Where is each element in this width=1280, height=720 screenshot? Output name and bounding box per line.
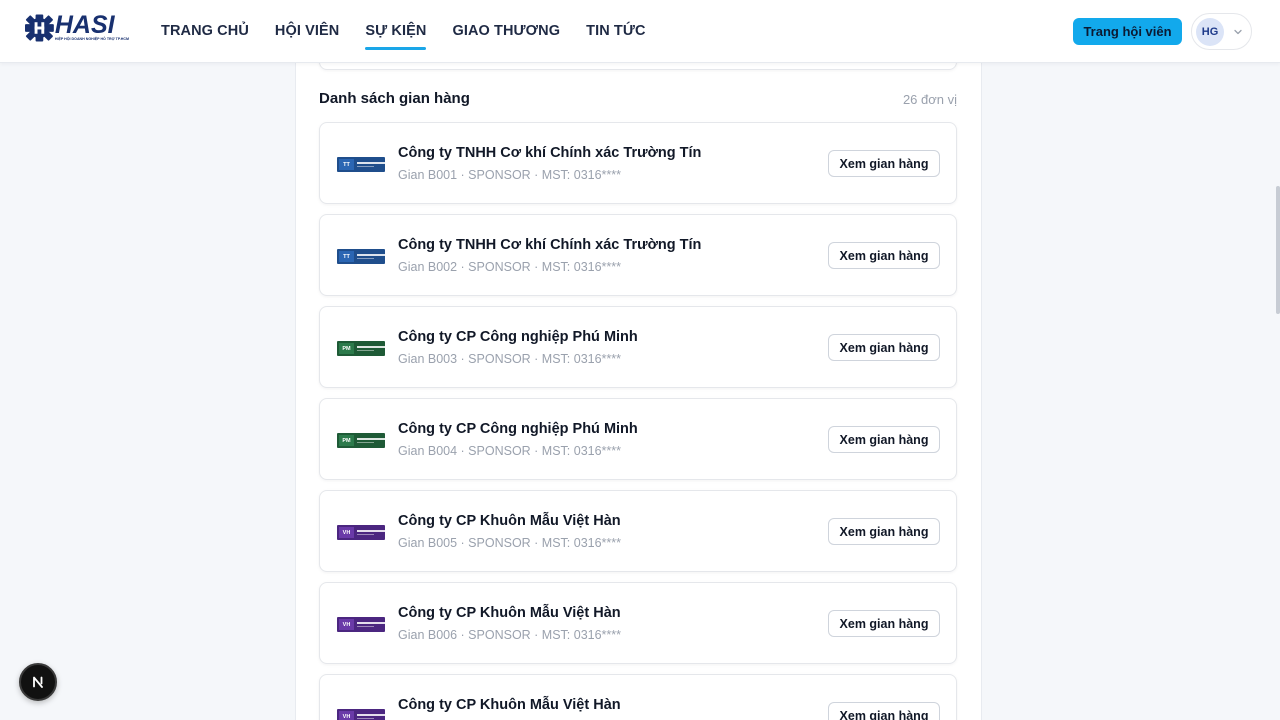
view-booth-button[interactable]: Xem gian hàng (828, 518, 940, 545)
logo-wordmark: HASI (54, 11, 115, 39)
logo-text: HASI HIỆP HỘI DOANH NGHIỆP HỖ TRỢ TP.HCM (54, 11, 129, 42)
booth-meta: Gian B002 · SPONSOR · MST: 0316**** (398, 260, 622, 274)
logo-initials: PM (339, 343, 354, 354)
booth-card: TT Công ty TNHH Cơ khí Chính xác Trường … (319, 214, 957, 296)
nav-item-news[interactable]: TIN TỨC (586, 0, 645, 62)
company-name: Công ty CP Khuôn Mẫu Việt Hàn (398, 605, 621, 621)
main-nav: TRANG CHỦ HỘI VIÊN SỰ KIỆN GIAO THƯƠNG T… (161, 0, 672, 62)
chevron-down-icon (1234, 29, 1242, 34)
company-name: Công ty CP Công nghiệp Phú Minh (398, 421, 638, 437)
booth-card: PM Công ty CP Công nghiệp Phú Minh Gian … (319, 306, 957, 388)
booth-meta: Gian B004 · SPONSOR · MST: 0316**** (398, 444, 622, 458)
booth-list-title: Danh sách gian hàng (319, 90, 470, 107)
hasi-logo[interactable]: HASI HIỆP HỘI DOANH NGHIỆP HỖ TRỢ TP.HCM (25, 11, 129, 42)
view-booth-button[interactable]: Xem gian hàng (828, 426, 940, 453)
company-logo: VH (337, 525, 385, 540)
booth-count: 26 đơn vị (902, 92, 957, 107)
booth-card: VH Công ty CP Khuôn Mẫu Việt Hàn Gian B0… (319, 582, 957, 664)
booth-card: PM Công ty CP Công nghiệp Phú Minh Gian … (319, 398, 957, 480)
company-name: Công ty TNHH Cơ khí Chính xác Trường Tín (398, 237, 702, 253)
booth-meta: Gian B003 · SPONSOR · MST: 0316**** (398, 352, 622, 366)
company-logo: VH (337, 709, 385, 720)
company-logo: PM (337, 341, 385, 356)
user-menu[interactable]: HG (1191, 13, 1252, 50)
company-logo: TT (337, 249, 385, 264)
company-logo: PM (337, 433, 385, 448)
company-logo: VH (337, 617, 385, 632)
nav-item-trade[interactable]: GIAO THƯƠNG (452, 0, 560, 62)
nextjs-dev-badge[interactable] (19, 663, 57, 701)
view-booth-button[interactable]: Xem gian hàng (828, 242, 940, 269)
company-name: Công ty CP Công nghiệp Phú Minh (398, 329, 638, 345)
booth-meta: Gian B001 · SPONSOR · MST: 0316**** (398, 168, 622, 182)
site-header: HASI HIỆP HỘI DOANH NGHIỆP HỖ TRỢ TP.HCM… (0, 0, 1280, 63)
view-booth-button[interactable]: Xem gian hàng (828, 150, 940, 177)
avatar: HG (1196, 17, 1224, 46)
logo-initials: VH (339, 619, 354, 630)
view-booth-button[interactable]: Xem gian hàng (828, 610, 940, 637)
nav-item-home[interactable]: TRANG CHỦ (161, 0, 249, 62)
gear-logo-icon (25, 14, 54, 42)
nav-item-events[interactable]: SỰ KIỆN (365, 0, 427, 62)
company-name: Công ty CP Khuôn Mẫu Việt Hàn (398, 513, 621, 529)
view-booth-button[interactable]: Xem gian hàng (828, 702, 940, 720)
nextjs-icon (33, 676, 43, 688)
nav-item-members[interactable]: HỘI VIÊN (275, 0, 339, 62)
page-scrollbar[interactable] (1276, 186, 1280, 314)
logo-tagline: HIỆP HỘI DOANH NGHIỆP HỖ TRỢ TP.HCM (54, 37, 129, 41)
logo-initials: TT (339, 251, 354, 262)
booth-meta: Gian B006 · SPONSOR · MST: 0316**** (398, 628, 622, 642)
logo-initials: VH (339, 527, 354, 538)
booth-card: VH Công ty CP Khuôn Mẫu Việt Hàn Xem gia… (319, 674, 957, 720)
member-page-button[interactable]: Trang hội viên (1073, 18, 1182, 45)
logo-initials: VH (339, 711, 354, 720)
company-logo: TT (337, 157, 385, 172)
logo-initials: PM (339, 435, 354, 446)
logo-initials: TT (339, 159, 354, 170)
booth-meta: Gian B005 · SPONSOR · MST: 0316**** (398, 536, 622, 550)
company-name: Công ty CP Khuôn Mẫu Việt Hàn (398, 697, 621, 713)
company-name: Công ty TNHH Cơ khí Chính xác Trường Tín (398, 145, 702, 161)
view-booth-button[interactable]: Xem gian hàng (828, 334, 940, 361)
booth-card: TT Công ty TNHH Cơ khí Chính xác Trường … (319, 122, 957, 204)
booth-card: VH Công ty CP Khuôn Mẫu Việt Hàn Gian B0… (319, 490, 957, 572)
